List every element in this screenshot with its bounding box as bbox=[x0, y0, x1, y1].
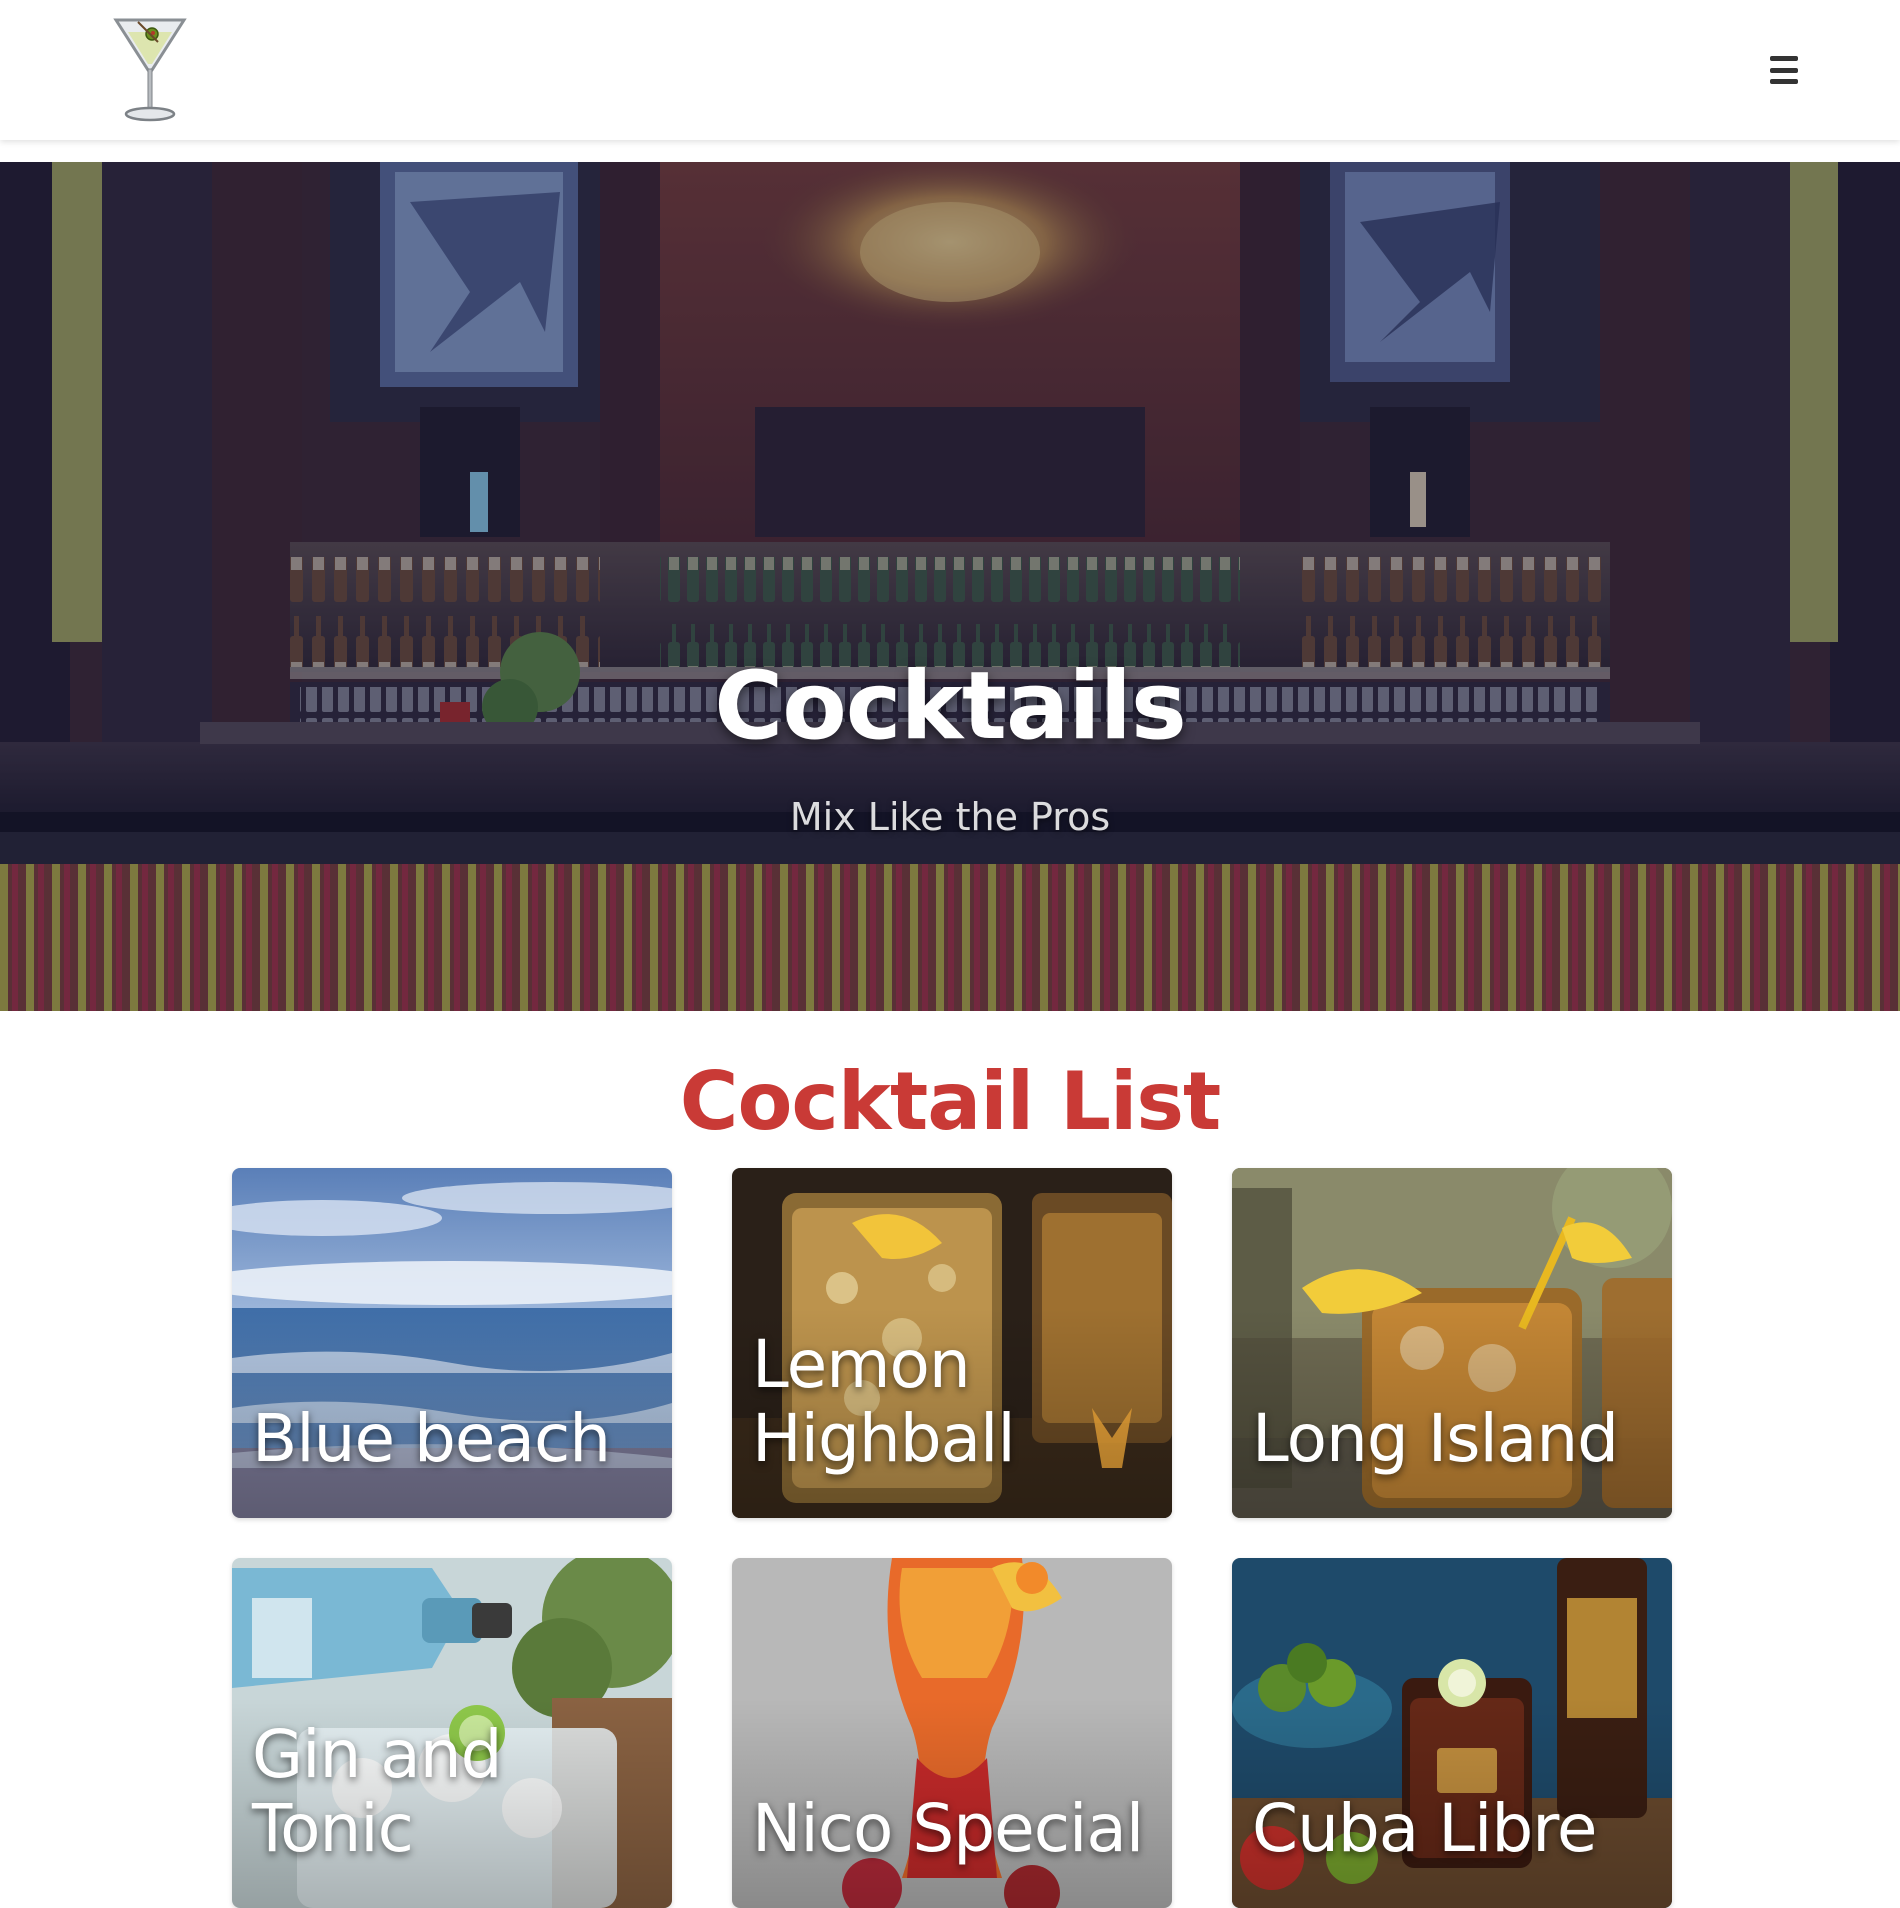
menu-bar bbox=[1770, 67, 1798, 73]
cocktail-name: Blue beach bbox=[252, 1400, 611, 1477]
cocktail-name: Lemon Highball bbox=[752, 1326, 1016, 1477]
cocktail-list-title: Cocktail List bbox=[679, 1055, 1221, 1148]
hero-banner: Cocktails Mix Like the Pros bbox=[0, 162, 1900, 1011]
hero-subtitle: Mix Like the Pros bbox=[789, 795, 1111, 839]
cocktail-name: Cuba Libre bbox=[1252, 1790, 1598, 1867]
martini-logo-icon[interactable] bbox=[112, 14, 188, 126]
hero-overlay bbox=[0, 162, 1900, 1011]
cocktail-name: Gin and Tonic bbox=[252, 1716, 502, 1867]
hero-title: Cocktails bbox=[714, 652, 1187, 761]
cocktail-name: Long Island bbox=[1252, 1400, 1619, 1477]
cocktail-card-blue-beach[interactable]: Blue beach bbox=[232, 1168, 672, 1518]
cocktail-name: Nico Special bbox=[752, 1790, 1144, 1867]
menu-bar bbox=[1770, 56, 1798, 61]
cocktail-card-lemon-highball[interactable]: Lemon Highball bbox=[732, 1168, 1172, 1518]
hamburger-menu-icon[interactable] bbox=[1770, 56, 1800, 84]
top-navbar bbox=[0, 0, 1900, 140]
cocktail-card-cuba-libre[interactable]: Cuba Libre bbox=[1232, 1558, 1672, 1908]
cocktail-card-gin-and-tonic[interactable]: Gin and Tonic bbox=[232, 1558, 672, 1908]
cocktail-grid: Blue beach Lemon Highball Long Island Gi… bbox=[232, 1168, 1673, 1908]
cocktail-card-nico-special[interactable]: Nico Special bbox=[732, 1558, 1172, 1908]
menu-bar bbox=[1770, 79, 1798, 84]
cocktail-card-long-island[interactable]: Long Island bbox=[1232, 1168, 1672, 1518]
